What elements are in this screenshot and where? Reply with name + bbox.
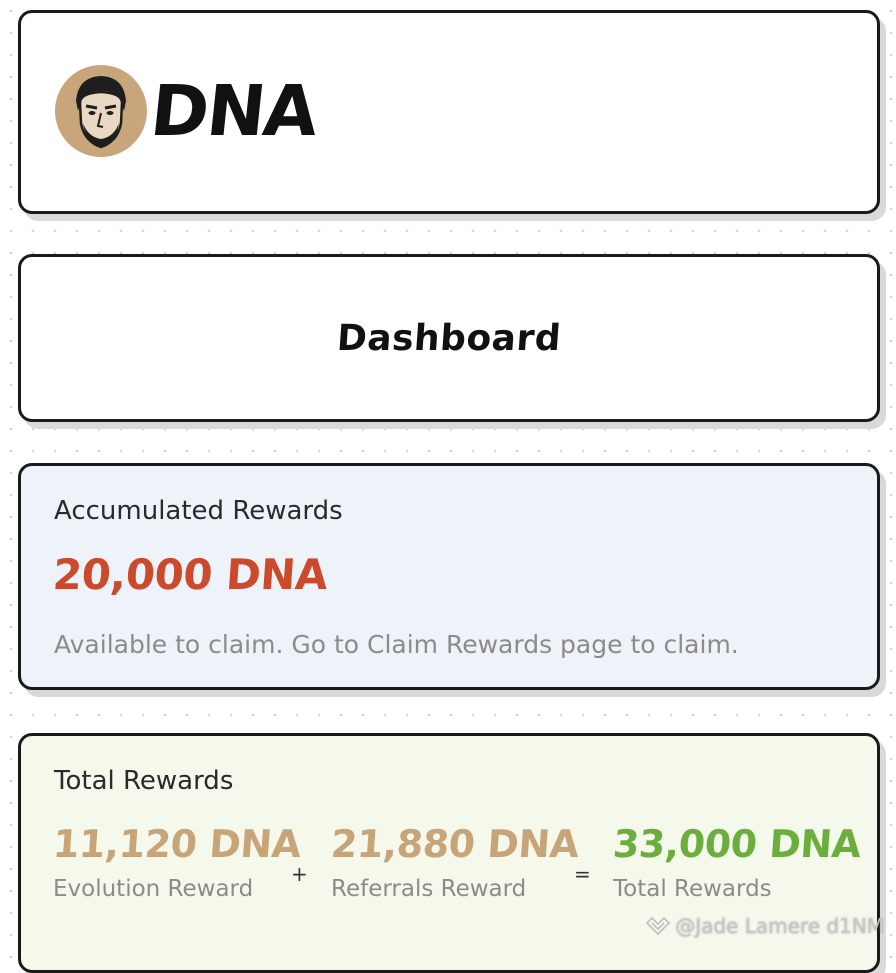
- referrals-reward: 21,880 DNA Referrals Reward: [329, 822, 581, 902]
- equals-operator: =: [574, 862, 591, 886]
- accumulated-rewards-label: Accumulated Rewards: [54, 496, 343, 526]
- brand-logo[interactable]: DNA: [55, 65, 321, 157]
- evolution-reward: 11,120 DNA Evolution Reward: [51, 822, 303, 902]
- diamond-logo-icon: [646, 917, 671, 935]
- page-title: Dashboard: [335, 317, 563, 359]
- accumulated-rewards-value: 20,000 DNA: [51, 550, 329, 599]
- page-title-card: Dashboard: [18, 254, 880, 422]
- watermark-text: @Jade Lamere d1NM: [675, 914, 884, 938]
- claim-hint-text: Available to claim. Go to Claim Rewards …: [54, 630, 739, 659]
- plus-operator: +: [291, 862, 308, 886]
- referrals-reward-value: 21,880 DNA: [329, 822, 581, 866]
- face-portrait-icon: [55, 65, 147, 157]
- total-reward-caption: Total Rewards: [613, 876, 772, 902]
- evolution-reward-caption: Evolution Reward: [53, 876, 254, 902]
- header-card: DNA: [18, 10, 880, 214]
- total-reward-value: 33,000 DNA: [611, 822, 863, 866]
- watermark: @Jade Lamere d1NM: [645, 914, 884, 938]
- total-rewards-label: Total Rewards: [54, 766, 234, 796]
- referrals-reward-caption: Referrals Reward: [331, 876, 527, 902]
- brand-name: DNA: [146, 70, 321, 152]
- accumulated-rewards-card: Accumulated Rewards 20,000 DNA Available…: [18, 463, 880, 690]
- evolution-reward-value: 11,120 DNA: [51, 822, 303, 866]
- total-reward: 33,000 DNA Total Rewards: [611, 822, 863, 902]
